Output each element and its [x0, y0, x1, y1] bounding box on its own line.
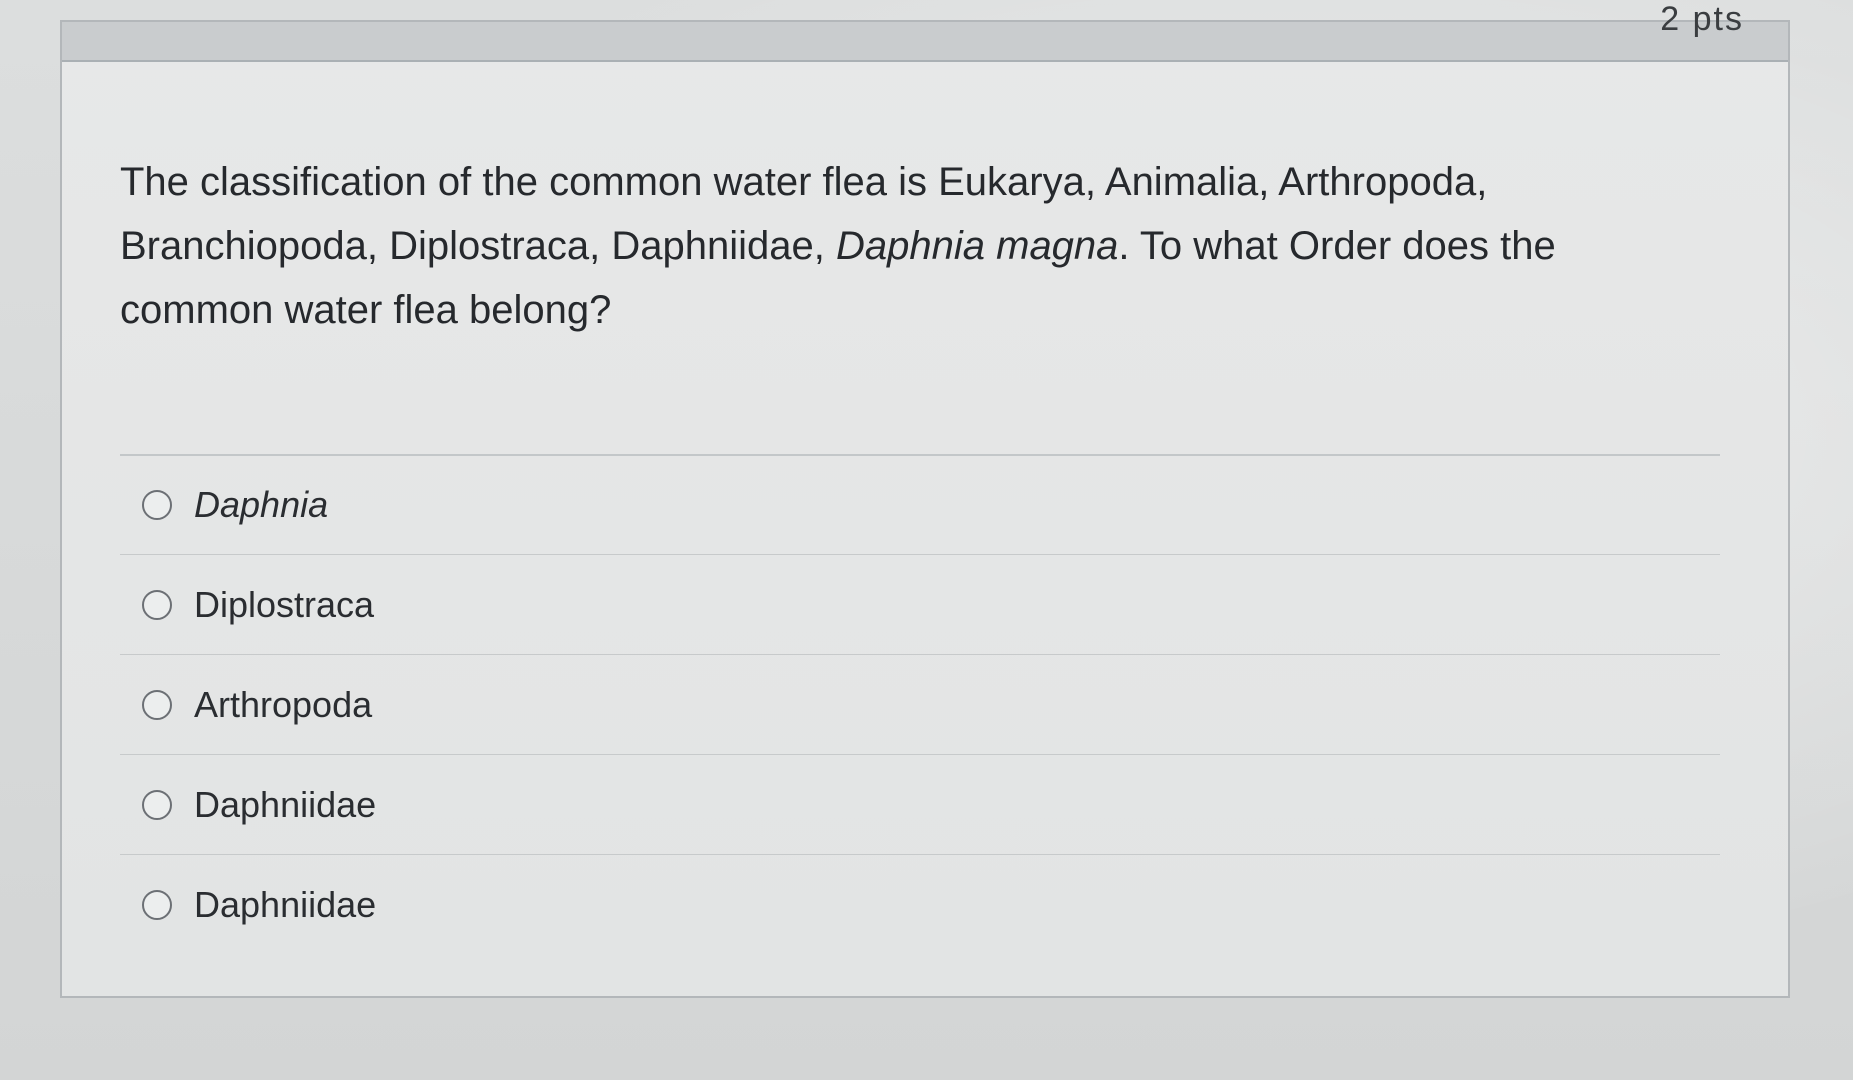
answer-label: Daphniidae [194, 783, 377, 825]
answer-option[interactable]: Arthropoda [120, 654, 1720, 754]
answer-label: Daphnia [194, 484, 329, 525]
question-header: 2 pts [62, 0, 1788, 62]
question-card: 2 pts The classification of the common w… [60, 0, 1790, 998]
species-name: Daphnia magna [836, 224, 1119, 268]
radio-button[interactable] [142, 589, 172, 620]
answer-label: Diplostraca [194, 583, 375, 625]
answer-label: Daphniidae [194, 883, 377, 925]
radio-button[interactable] [142, 889, 172, 920]
radio-button[interactable] [142, 789, 172, 820]
answer-option[interactable]: Daphniidae [120, 754, 1720, 854]
answer-option[interactable]: Daphnia [120, 454, 1720, 554]
radio-button[interactable] [142, 490, 172, 520]
question-text: The classification of the common water f… [120, 150, 1650, 342]
radio-button[interactable] [142, 689, 172, 720]
points-label: 2 pts [1660, 0, 1744, 38]
answer-option[interactable]: Diplostraca [120, 554, 1720, 654]
answer-option[interactable]: Daphniidae [120, 854, 1720, 954]
answer-label: Arthropoda [194, 683, 373, 725]
answer-list: Daphnia Diplostraca Arthropoda Daphniida… [120, 454, 1720, 954]
